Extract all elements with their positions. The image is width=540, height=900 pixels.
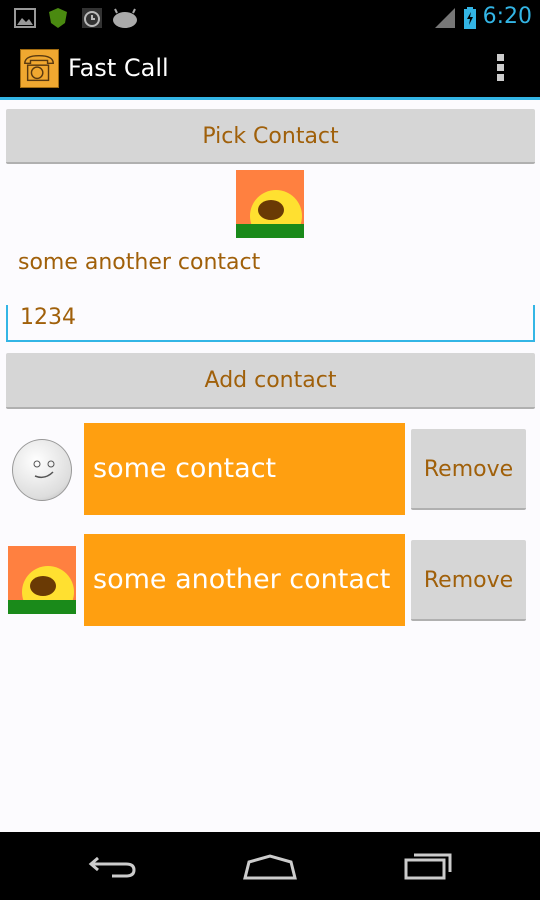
battery-charging-icon: [464, 7, 476, 29]
contact-card[interactable]: some another contact: [84, 534, 405, 626]
app-title: Fast Call: [68, 54, 169, 82]
remove-button[interactable]: Remove: [411, 540, 526, 621]
android-icon: [113, 8, 137, 28]
clock: 6:20: [482, 4, 532, 29]
contact-name-label: some another contact: [18, 250, 261, 275]
status-bar: 6:20: [0, 0, 540, 36]
smiley-face-avatar: [12, 439, 72, 501]
navigation-bar: [0, 832, 540, 900]
overflow-menu-icon[interactable]: [497, 54, 505, 84]
back-icon[interactable]: [88, 854, 136, 880]
action-bar: Fast Call: [0, 36, 540, 100]
contact-card[interactable]: some contact: [84, 423, 405, 515]
pick-contact-button[interactable]: Pick Contact: [6, 109, 535, 164]
alarm-icon: [82, 8, 102, 28]
signal-icon: [435, 8, 455, 28]
recents-icon[interactable]: [404, 850, 454, 880]
sunrise-avatar: [8, 546, 76, 614]
shield-icon: [49, 8, 67, 28]
home-icon[interactable]: [243, 854, 297, 880]
picture-icon: [14, 8, 36, 28]
remove-button[interactable]: Remove: [411, 429, 526, 510]
phone-input[interactable]: 1234: [6, 305, 535, 342]
telephone-icon[interactable]: [20, 49, 59, 88]
sunrise-avatar: [236, 170, 304, 238]
add-contact-button[interactable]: Add contact: [6, 353, 535, 409]
